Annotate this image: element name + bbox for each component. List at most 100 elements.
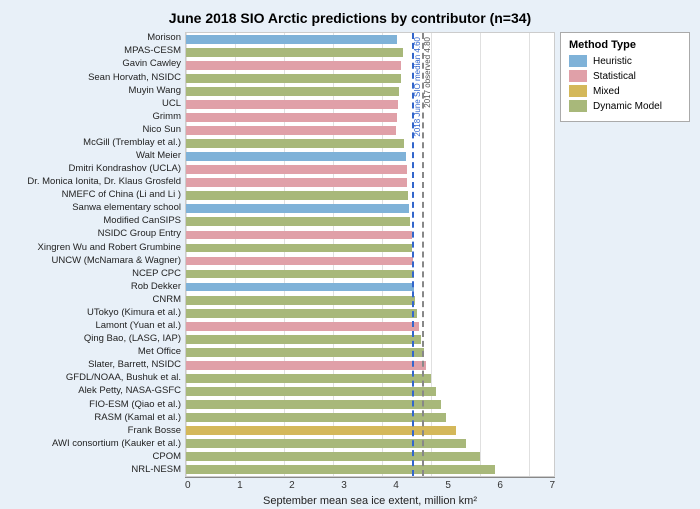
bar-row <box>186 463 554 476</box>
legend-color <box>569 70 587 82</box>
bar <box>186 465 495 474</box>
y-label: UCL <box>10 98 181 110</box>
legend-label: Dynamic Model <box>593 101 662 112</box>
y-label: UTokyo (Kimura et al.) <box>10 307 181 319</box>
bar <box>186 152 406 161</box>
bar-row <box>186 33 554 46</box>
y-label: Rob Dekker <box>10 281 181 293</box>
bar <box>186 244 412 253</box>
bar <box>186 296 415 305</box>
bar <box>186 335 421 344</box>
bar-row <box>186 255 554 268</box>
grid-line <box>480 33 481 476</box>
y-label: Sanwa elementary school <box>10 203 181 215</box>
bar <box>186 191 408 200</box>
bar <box>186 374 431 383</box>
chart-title: June 2018 SIO Arctic predictions by cont… <box>10 10 690 26</box>
bar-row <box>186 411 554 424</box>
bar <box>186 270 414 279</box>
bar <box>186 126 396 135</box>
bar <box>186 231 412 240</box>
bar-row <box>186 98 554 111</box>
y-label: NSIDC Group Entry <box>10 229 181 241</box>
y-label: NRL-NESM <box>10 464 181 476</box>
y-label: Gavin Cawley <box>10 59 181 71</box>
bar <box>186 87 399 96</box>
legend-item: Heuristic <box>569 55 681 67</box>
y-label: RASM (Kamal et al.) <box>10 412 181 424</box>
bar-row <box>186 320 554 333</box>
y-label: Frank Bosse <box>10 425 181 437</box>
median-label: 2018 June SIO median 4.60 <box>413 37 422 137</box>
y-label: Dr. Monica Ionita, Dr. Klaus Grosfeld <box>10 176 181 188</box>
legend-title: Method Type <box>569 39 681 51</box>
bar-row <box>186 72 554 85</box>
bar-row <box>186 124 554 137</box>
bar <box>186 48 403 57</box>
bar <box>186 100 398 109</box>
y-label: AWI consortium (Kauker et al.) <box>10 438 181 450</box>
y-label: Slater, Barrett, NSIDC <box>10 359 181 371</box>
legend: Method Type Heuristic Statistical Mixed Dyn… <box>560 32 690 122</box>
bar-row <box>186 333 554 346</box>
y-label: GFDL/NOAA, Bushuk et al. <box>10 373 181 385</box>
bar <box>186 35 397 44</box>
bar-row <box>186 398 554 411</box>
bar <box>186 400 441 409</box>
legend-color <box>569 100 587 112</box>
bar-row <box>186 189 554 202</box>
bar-row <box>186 228 554 241</box>
bar-row <box>186 163 554 176</box>
bar-row <box>186 215 554 228</box>
legend-label: Heuristic <box>593 56 632 67</box>
bar-row <box>186 150 554 163</box>
x-axis-label: September mean sea ice extent, million k… <box>185 495 555 507</box>
y-label: NCEP CPC <box>10 268 181 280</box>
bar-row <box>186 268 554 281</box>
legend-label: Statistical <box>593 71 636 82</box>
y-label: CPOM <box>10 451 181 463</box>
y-label: Muyin Wang <box>10 85 181 97</box>
y-label: CNRM <box>10 294 181 306</box>
y-label: Sean Horvath, NSIDC <box>10 72 181 84</box>
bar-row <box>186 137 554 150</box>
bar-row <box>186 437 554 450</box>
bar <box>186 413 446 422</box>
legend-color <box>569 85 587 97</box>
x-axis: 01234567 September mean sea ice extent, … <box>185 477 555 507</box>
y-label: Alek Petty, NASA-GSFC <box>10 386 181 398</box>
bar-row <box>186 281 554 294</box>
bar <box>186 361 426 370</box>
bar <box>186 283 414 292</box>
y-label: FIO-ESM (Qiao et al.) <box>10 399 181 411</box>
bar <box>186 178 407 187</box>
bar-row <box>186 46 554 59</box>
bar-row <box>186 202 554 215</box>
legend-color <box>569 55 587 67</box>
x-tick: 5 <box>445 480 451 491</box>
bar <box>186 322 419 331</box>
bar <box>186 257 413 266</box>
bar-row <box>186 59 554 72</box>
bar-row <box>186 176 554 189</box>
bar <box>186 439 466 448</box>
y-label: McGill (Tremblay et al.) <box>10 137 181 149</box>
bar <box>186 387 436 396</box>
y-label: Nico Sun <box>10 124 181 136</box>
legend-item: Statistical <box>569 70 681 82</box>
y-label: MPAS-CESM <box>10 46 181 58</box>
y-axis-labels: MorisonMPAS-CESMGavin CawleySean Horvath… <box>10 32 185 477</box>
bar-row <box>186 450 554 463</box>
y-label: UNCW (McNamara & Wagner) <box>10 255 181 267</box>
bar <box>186 309 417 318</box>
observed-label: 2017 observed 4.80 <box>423 37 432 108</box>
legend-item: Mixed <box>569 85 681 97</box>
x-tick: 7 <box>549 480 555 491</box>
bar <box>186 113 397 122</box>
bar <box>186 452 480 461</box>
x-tick: 1 <box>237 480 243 491</box>
y-label: Xingren Wu and Robert Grumbine <box>10 242 181 254</box>
bar <box>186 217 410 226</box>
bar-row <box>186 85 554 98</box>
x-tick: 2 <box>289 480 295 491</box>
